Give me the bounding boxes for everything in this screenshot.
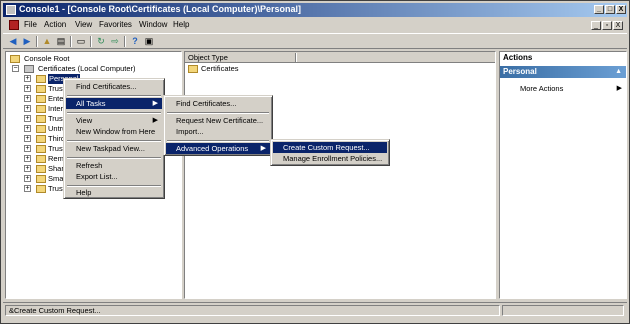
console-icon xyxy=(6,5,16,15)
mmc-window: Console1 - [Console Root\Certificates (L… xyxy=(0,0,630,324)
menu-item-all-tasks[interactable]: All Tasks ▶ xyxy=(66,98,162,109)
folder-icon xyxy=(188,65,198,73)
folder-icon xyxy=(36,95,46,103)
menu-help[interactable]: Help xyxy=(173,20,189,29)
folder-icon xyxy=(36,105,46,113)
menu-separator xyxy=(167,140,269,142)
menu-item-help[interactable]: Help xyxy=(66,187,162,198)
menu-favorites[interactable]: Favorites xyxy=(99,20,132,29)
status-cell-secondary xyxy=(502,305,624,316)
help-icon[interactable]: ? xyxy=(129,36,141,47)
expand-icon[interactable]: + xyxy=(24,75,31,82)
menu-separator xyxy=(167,112,269,114)
toolbar-separator xyxy=(36,36,38,47)
folder-icon xyxy=(36,185,46,193)
expand-icon[interactable]: + xyxy=(24,165,31,172)
console-icon[interactable]: ▣ xyxy=(143,36,155,47)
menu-item-request-new-certificate[interactable]: Request New Certificate... xyxy=(166,115,270,126)
collapse-caret-icon[interactable]: ▲ xyxy=(615,66,622,78)
menu-item-new-taskpad[interactable]: New Taskpad View... xyxy=(66,143,162,154)
expand-icon[interactable]: + xyxy=(24,115,31,122)
expand-icon[interactable]: + xyxy=(24,105,31,112)
maximize-button[interactable]: □ xyxy=(605,5,615,14)
status-bar: &Create Custom Request... xyxy=(3,302,627,316)
column-header-object-type[interactable]: Object Type xyxy=(185,52,495,63)
toolbar-separator xyxy=(90,36,92,47)
expand-icon[interactable]: + xyxy=(24,135,31,142)
menu-separator xyxy=(67,157,161,159)
menu-window[interactable]: Window xyxy=(139,20,167,29)
properties-icon[interactable]: ▭ xyxy=(75,36,87,47)
show-tree-icon[interactable]: ▤ xyxy=(55,36,67,47)
toolbar-separator xyxy=(124,36,126,47)
toolbar: ◀ ▶ ▲ ▤ ▭ ↻ ⇨ ? ▣ xyxy=(3,33,627,49)
advanced-operations-submenu: Create Custom Request... Manage Enrollme… xyxy=(270,139,390,166)
collapse-icon[interactable]: − xyxy=(12,65,19,72)
folder-icon xyxy=(36,75,46,83)
forward-icon[interactable]: ▶ xyxy=(21,36,33,47)
folder-icon xyxy=(36,165,46,173)
folder-icon xyxy=(36,155,46,163)
menu-separator xyxy=(67,140,161,142)
mdi-minimize-button[interactable]: _ xyxy=(591,21,601,30)
title-bar[interactable]: Console1 - [Console Root\Certificates (L… xyxy=(3,3,627,17)
mdi-controls: _ ▫ X xyxy=(590,20,623,30)
menu-item-refresh[interactable]: Refresh xyxy=(66,160,162,171)
content-pane[interactable]: Object Type Certificates xyxy=(184,51,496,299)
back-icon[interactable]: ◀ xyxy=(7,36,19,47)
all-tasks-submenu: Find Certificates... Request New Certifi… xyxy=(163,95,273,156)
expand-icon[interactable]: + xyxy=(24,95,31,102)
actions-header: Actions xyxy=(500,52,626,64)
menu-item-advanced-operations[interactable]: Advanced Operations ▶ xyxy=(166,143,270,154)
menu-item-new-window[interactable]: New Window from Here xyxy=(66,126,162,137)
menu-bar: File Action View Favorites Window Help _… xyxy=(3,18,627,32)
menu-item-find-certificates-sub[interactable]: Find Certificates... xyxy=(166,98,270,109)
export-icon[interactable]: ⇨ xyxy=(109,36,121,47)
menu-item-manage-enrollment-policies[interactable]: Manage Enrollment Policies... xyxy=(273,153,387,164)
more-actions-item[interactable]: More Actions xyxy=(520,84,563,93)
folder-icon xyxy=(36,135,46,143)
status-text: &Create Custom Request... xyxy=(5,305,500,316)
menu-item-export-list[interactable]: Export List... xyxy=(66,171,162,182)
folder-icon xyxy=(10,55,20,63)
toolbar-separator xyxy=(70,36,72,47)
mdi-restore-button[interactable]: ▫ xyxy=(602,21,612,30)
expand-icon[interactable]: + xyxy=(24,155,31,162)
expand-icon[interactable]: + xyxy=(24,185,31,192)
window-title: Console1 - [Console Root\Certificates (L… xyxy=(19,4,302,14)
menu-file[interactable]: File xyxy=(24,20,37,29)
up-folder-icon[interactable]: ▲ xyxy=(41,36,53,47)
submenu-arrow-icon: ▶ xyxy=(616,85,622,92)
close-button[interactable]: X xyxy=(616,5,626,14)
expand-icon[interactable]: + xyxy=(24,125,31,132)
menu-item-import[interactable]: Import... xyxy=(166,126,270,137)
folder-icon xyxy=(36,115,46,123)
certificate-store-icon xyxy=(24,65,34,73)
menu-view[interactable]: View xyxy=(75,20,92,29)
menu-separator xyxy=(67,112,161,114)
mdi-close-button[interactable]: X xyxy=(613,21,623,30)
column-divider[interactable] xyxy=(295,53,297,62)
refresh-icon[interactable]: ↻ xyxy=(95,36,107,47)
folder-icon xyxy=(36,145,46,153)
app-menu-icon[interactable] xyxy=(9,20,19,30)
menu-item-create-custom-request[interactable]: Create Custom Request... xyxy=(273,142,387,153)
menu-item-view[interactable]: View ▶ xyxy=(66,115,162,126)
submenu-arrow-icon: ▶ xyxy=(152,117,158,124)
expand-icon[interactable]: + xyxy=(24,175,31,182)
expand-icon[interactable]: + xyxy=(24,145,31,152)
folder-icon xyxy=(36,85,46,93)
menu-separator xyxy=(67,95,161,97)
actions-pane: Actions Personal ▲ More Actions ▶ xyxy=(499,51,627,299)
minimize-button[interactable]: _ xyxy=(594,5,604,14)
folder-icon xyxy=(36,175,46,183)
menu-item-find-certificates[interactable]: Find Certificates... xyxy=(66,81,162,92)
submenu-arrow-icon: ▶ xyxy=(260,145,266,152)
submenu-arrow-icon: ▶ xyxy=(152,100,158,107)
folder-icon xyxy=(36,125,46,133)
context-menu: Find Certificates... All Tasks ▶ View ▶ … xyxy=(63,78,165,199)
expand-icon[interactable]: + xyxy=(24,85,31,92)
actions-section-personal[interactable]: Personal ▲ xyxy=(500,66,626,78)
menu-action[interactable]: Action xyxy=(44,20,66,29)
